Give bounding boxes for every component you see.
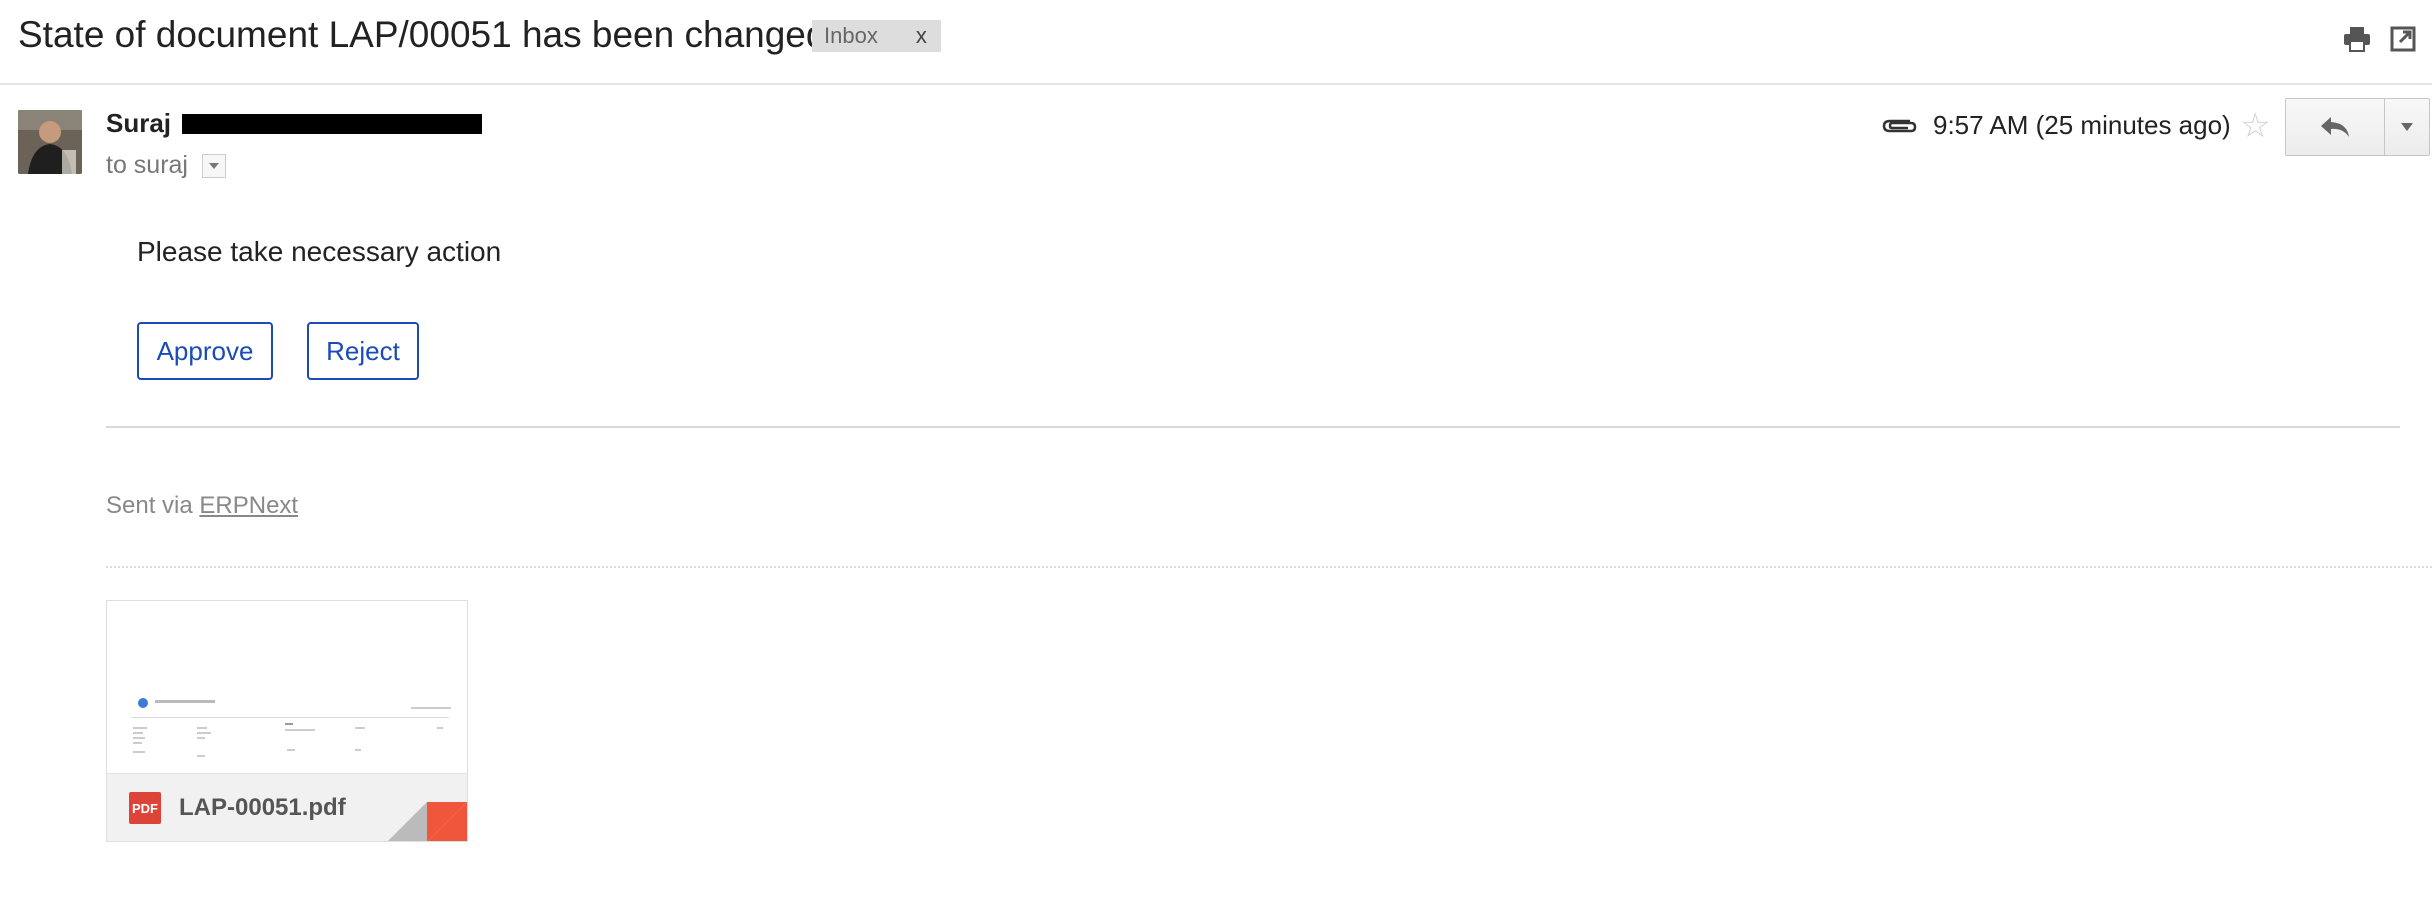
recipient-text: to suraj: [106, 151, 188, 179]
message-time: 9:57 AM (25 minutes ago): [1933, 110, 2231, 140]
reply-button-group: [2285, 98, 2430, 156]
approve-button[interactable]: Approve: [137, 322, 273, 380]
attachment-preview: [107, 601, 467, 773]
print-icon[interactable]: [2342, 24, 2372, 54]
sender-name: Suraj: [106, 108, 172, 138]
sent-via-line: Sent via ERPNext: [106, 492, 298, 520]
more-options-button[interactable]: [2385, 99, 2429, 155]
attachment-card[interactable]: PDF LAP-00051.pdf: [106, 600, 468, 842]
inbox-label-chip[interactable]: Inbox x: [812, 20, 941, 52]
body-divider: [106, 426, 2400, 428]
attachment-file-name: LAP-00051.pdf: [179, 794, 346, 821]
attachment-icon: [1880, 112, 1918, 138]
redacted-email: [182, 114, 482, 134]
remove-label-button[interactable]: x: [890, 23, 941, 49]
reply-button[interactable]: [2286, 99, 2385, 155]
star-icon[interactable]: ☆: [2240, 106, 2270, 146]
sent-via-text: Sent via: [106, 492, 193, 519]
attachment-footer: PDF LAP-00051.pdf: [107, 773, 467, 841]
pdf-icon: PDF: [129, 792, 161, 824]
folded-corner-icon: [388, 802, 467, 841]
more-options-icon: [2401, 123, 2413, 131]
details-dropdown-button[interactable]: [201, 153, 226, 178]
avatar: [18, 110, 82, 174]
email-subject: State of document LAP/00051 has been cha…: [18, 14, 827, 55]
chevron-down-icon: [208, 162, 219, 169]
reject-button[interactable]: Reject: [307, 322, 419, 380]
erpnext-link[interactable]: ERPNext: [199, 492, 298, 519]
reply-icon: [2321, 117, 2349, 137]
header-divider: [0, 83, 2432, 85]
attachments-divider: [106, 566, 2432, 568]
message-body: Please take necessary action: [137, 236, 502, 267]
recipient-line: to suraj: [106, 151, 226, 180]
label-text: Inbox: [824, 23, 878, 48]
open-new-window-icon[interactable]: [2388, 24, 2418, 54]
